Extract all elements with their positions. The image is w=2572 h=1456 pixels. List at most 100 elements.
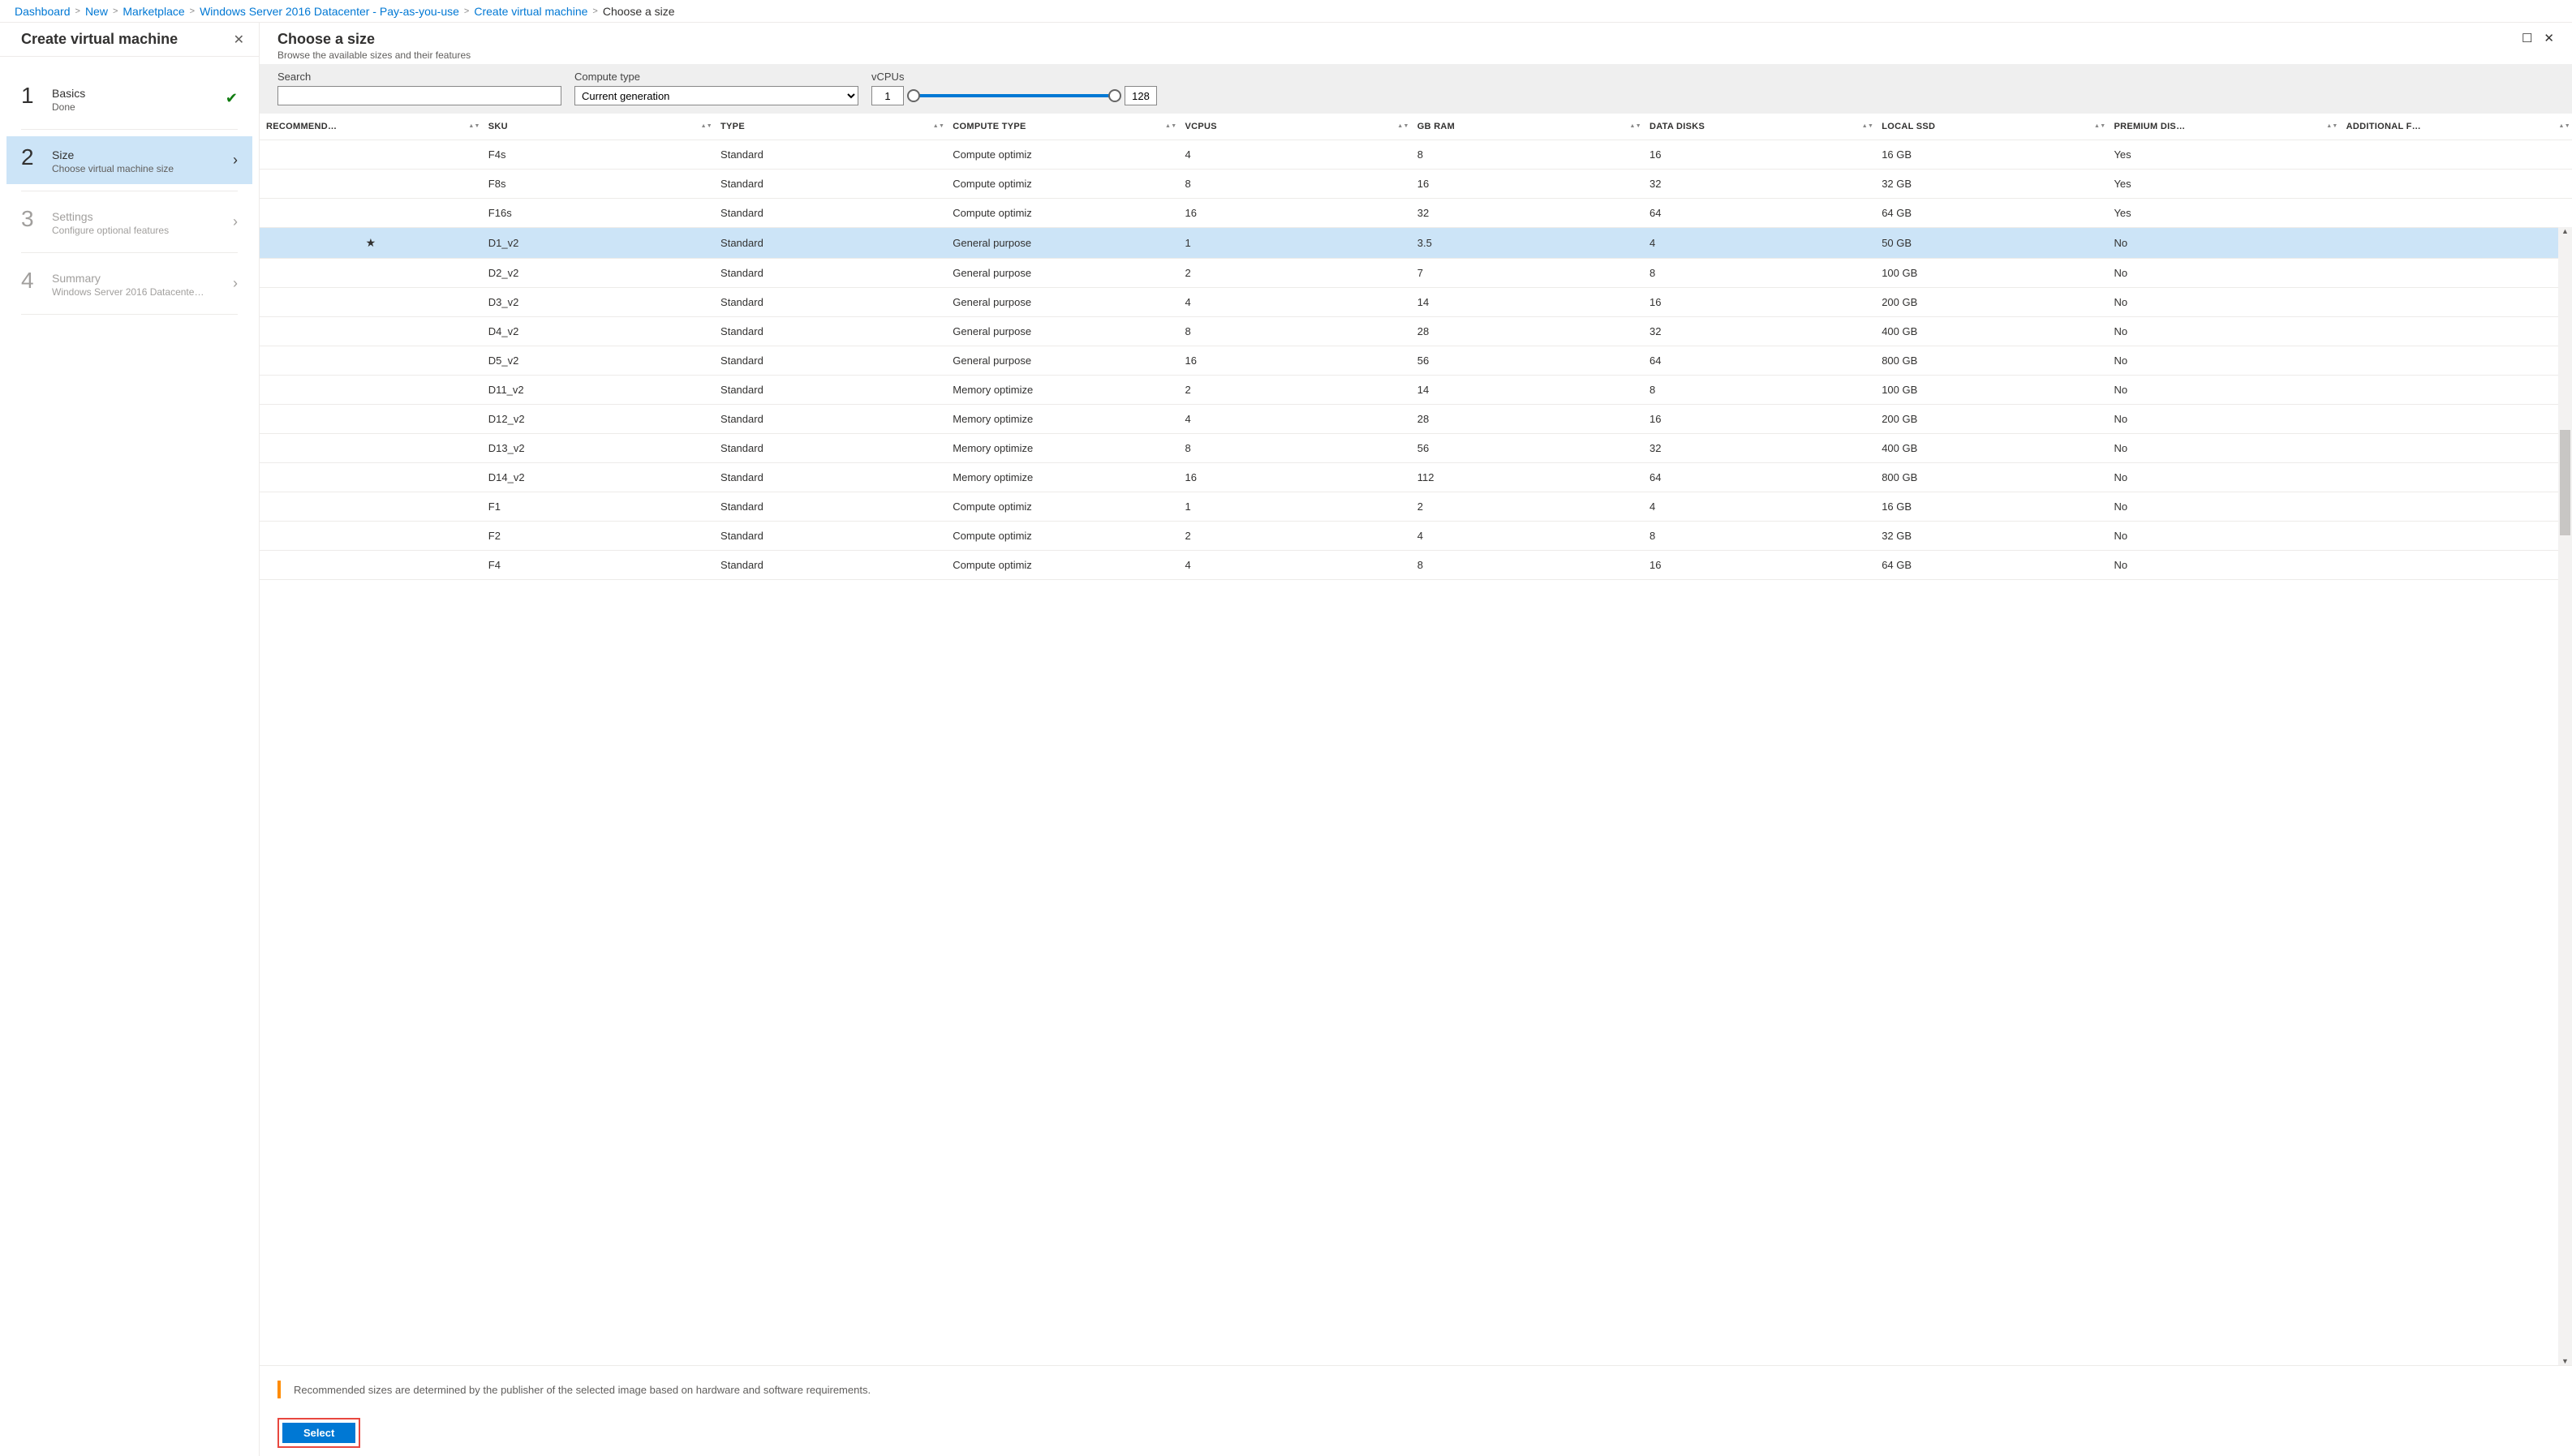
col-recommended[interactable]: RECOMMEND…▲▼: [260, 114, 482, 140]
cell-premium: No: [2107, 434, 2339, 463]
cell-local-ssd: 100 GB: [1875, 259, 2107, 288]
cell-compute-type: General purpose: [946, 317, 1178, 346]
cell-vcpus: 16: [1179, 346, 1411, 376]
table-row[interactable]: F4sStandardCompute optimiz481616 GBYes: [260, 140, 2572, 170]
vertical-scrollbar[interactable]: ▲ ▼: [2558, 227, 2572, 1365]
scrollbar-thumb[interactable]: [2560, 430, 2570, 535]
vcpus-slider[interactable]: [909, 86, 1120, 105]
slider-thumb-min[interactable]: [907, 89, 920, 102]
cell-premium: No: [2107, 259, 2339, 288]
step-settings[interactable]: 3 Settings Configure optional features ›: [6, 198, 252, 246]
table-row[interactable]: D12_v2StandardMemory optimize42816200 GB…: [260, 405, 2572, 434]
cell-recommended: [260, 405, 482, 434]
cell-gb-ram: 7: [1411, 259, 1643, 288]
cell-additional: [2340, 288, 2572, 317]
cell-data-disks: 4: [1643, 492, 1875, 522]
step-subtitle: Choose virtual machine size: [52, 163, 206, 174]
cell-vcpus: 16: [1179, 199, 1411, 228]
cell-compute-type: Compute optimiz: [946, 492, 1178, 522]
step-summary[interactable]: 4 Summary Windows Server 2016 Datacenter…: [6, 260, 252, 307]
table-row[interactable]: D4_v2StandardGeneral purpose82832400 GBN…: [260, 317, 2572, 346]
col-sku[interactable]: SKU▲▼: [482, 114, 714, 140]
col-gb-ram[interactable]: GB RAM▲▼: [1411, 114, 1643, 140]
step-subtitle: Configure optional features: [52, 225, 206, 236]
table-row[interactable]: D14_v2StandardMemory optimize1611264800 …: [260, 463, 2572, 492]
select-button[interactable]: Select: [282, 1423, 355, 1443]
cell-gb-ram: 3.5: [1411, 228, 1643, 259]
cell-sku: F16s: [482, 199, 714, 228]
wizard-steps-panel: Create virtual machine ✕ 1 Basics Done ✔…: [0, 23, 260, 1456]
divider: [21, 129, 238, 130]
cell-sku: F4s: [482, 140, 714, 170]
cell-data-disks: 8: [1643, 522, 1875, 551]
cell-sku: D4_v2: [482, 317, 714, 346]
search-input[interactable]: [277, 86, 561, 105]
cell-sku: F8s: [482, 170, 714, 199]
col-type[interactable]: TYPE▲▼: [714, 114, 946, 140]
table-row[interactable]: ★D1_v2StandardGeneral purpose13.5450 GBN…: [260, 228, 2572, 259]
table-row[interactable]: D2_v2StandardGeneral purpose278100 GBNo: [260, 259, 2572, 288]
chevron-right-icon: >: [75, 6, 80, 16]
close-icon[interactable]: ✕: [2544, 31, 2554, 45]
cell-gb-ram: 32: [1411, 199, 1643, 228]
maximize-icon[interactable]: ☐: [2522, 31, 2532, 45]
breadcrumb-marketplace[interactable]: Marketplace: [123, 5, 184, 18]
table-row[interactable]: D5_v2StandardGeneral purpose165664800 GB…: [260, 346, 2572, 376]
table-row[interactable]: D3_v2StandardGeneral purpose41416200 GBN…: [260, 288, 2572, 317]
step-size[interactable]: 2 Size Choose virtual machine size ›: [6, 136, 252, 184]
cell-type: Standard: [714, 376, 946, 405]
divider: [21, 314, 238, 315]
table-row[interactable]: D11_v2StandardMemory optimize2148100 GBN…: [260, 376, 2572, 405]
cell-data-disks: 8: [1643, 259, 1875, 288]
breadcrumb-new[interactable]: New: [85, 5, 108, 18]
col-local-ssd[interactable]: LOCAL SSD▲▼: [1875, 114, 2107, 140]
table-row[interactable]: D13_v2StandardMemory optimize85632400 GB…: [260, 434, 2572, 463]
cell-local-ssd: 16 GB: [1875, 492, 2107, 522]
cell-sku: D3_v2: [482, 288, 714, 317]
cell-additional: [2340, 140, 2572, 170]
cell-additional: [2340, 434, 2572, 463]
slider-thumb-max[interactable]: [1108, 89, 1121, 102]
cell-premium: No: [2107, 317, 2339, 346]
table-row[interactable]: F8sStandardCompute optimiz8163232 GBYes: [260, 170, 2572, 199]
col-compute-type[interactable]: COMPUTE TYPE▲▼: [946, 114, 1178, 140]
cell-type: Standard: [714, 140, 946, 170]
col-additional[interactable]: ADDITIONAL F…▲▼: [2340, 114, 2572, 140]
col-vcpus[interactable]: VCPUS▲▼: [1179, 114, 1411, 140]
close-icon[interactable]: ✕: [234, 32, 244, 48]
cell-local-ssd: 50 GB: [1875, 228, 2107, 259]
table-row[interactable]: F2StandardCompute optimiz24832 GBNo: [260, 522, 2572, 551]
table-row[interactable]: F4StandardCompute optimiz481664 GBNo: [260, 551, 2572, 580]
step-basics[interactable]: 1 Basics Done ✔: [6, 75, 252, 122]
col-premium-disk[interactable]: PREMIUM DIS…▲▼: [2107, 114, 2339, 140]
step-subtitle: Windows Server 2016 Datacenter …: [52, 286, 206, 298]
col-data-disks[interactable]: DATA DISKS▲▼: [1643, 114, 1875, 140]
cell-vcpus: 16: [1179, 463, 1411, 492]
breadcrumb-dashboard[interactable]: Dashboard: [15, 5, 71, 18]
cell-data-disks: 32: [1643, 434, 1875, 463]
panel-title: Create virtual machine: [21, 31, 178, 48]
sort-icon: ▲▼: [2559, 124, 2570, 129]
scroll-up-icon[interactable]: ▲: [2561, 227, 2569, 235]
cell-type: Standard: [714, 522, 946, 551]
cell-additional: [2340, 317, 2572, 346]
table-row[interactable]: F1StandardCompute optimiz12416 GBNo: [260, 492, 2572, 522]
vcpus-max-input[interactable]: [1125, 86, 1157, 105]
compute-type-label: Compute type: [574, 71, 858, 83]
table-row[interactable]: F16sStandardCompute optimiz16326464 GBYe…: [260, 199, 2572, 228]
cell-premium: Yes: [2107, 199, 2339, 228]
cell-compute-type: Memory optimize: [946, 434, 1178, 463]
cell-type: Standard: [714, 288, 946, 317]
sort-icon: ▲▼: [1862, 124, 1873, 129]
compute-type-select[interactable]: Current generation: [574, 86, 858, 105]
breadcrumb-offer[interactable]: Windows Server 2016 Datacenter - Pay-as-…: [200, 5, 459, 18]
vcpus-min-input[interactable]: [871, 86, 904, 105]
scroll-down-icon[interactable]: ▼: [2561, 1357, 2569, 1365]
cell-type: Standard: [714, 346, 946, 376]
cell-data-disks: 32: [1643, 317, 1875, 346]
cell-sku: D11_v2: [482, 376, 714, 405]
cell-local-ssd: 200 GB: [1875, 288, 2107, 317]
breadcrumb-create-vm[interactable]: Create virtual machine: [474, 5, 587, 18]
cell-sku: D14_v2: [482, 463, 714, 492]
cell-additional: [2340, 259, 2572, 288]
